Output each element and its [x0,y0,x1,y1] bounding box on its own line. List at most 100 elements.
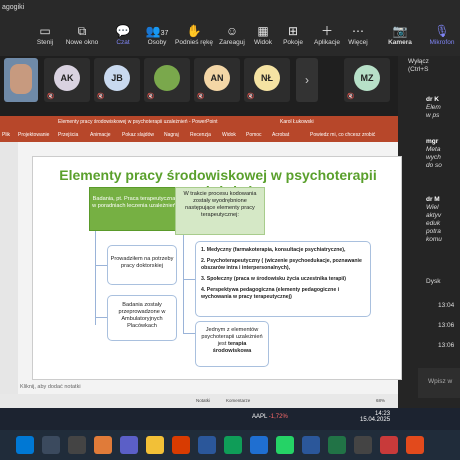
notes-pane[interactable]: Kliknij, aby dodać notatki [18,380,398,394]
avatar: AK [54,65,80,91]
mic-off-icon: 🔇 [247,94,255,100]
apps-button[interactable]: ＋ Aplikacje [310,23,344,53]
react-icon: ☺ [225,24,239,38]
mic-button[interactable]: 🎙 Mikrofon [424,23,460,53]
participant-tile[interactable]: AK 🔇 [44,58,90,102]
menu-design[interactable]: Projektowanie [18,132,49,138]
apps-icon: ＋ [320,24,333,38]
participant-video-tile[interactable] [4,58,38,102]
search-icon[interactable] [42,436,60,454]
ppt-title-bar: Elementy pracy środowiskowej w psychoter… [0,116,398,128]
explorer-icon[interactable] [146,436,164,454]
left-box-2: Badania zostały przeprowadzone w Ambulat… [107,295,177,341]
menu-record[interactable]: Nagraj [164,132,179,138]
mic-off-icon: 🔇 [97,94,105,100]
connector-line [95,231,96,325]
menu-file[interactable]: Plik [2,132,10,138]
slide-canvas[interactable]: Elementy pracy środowiskowej w psychoter… [32,156,402,380]
menu-slideshow[interactable]: Pokaz slajdów [122,132,154,138]
chat-input[interactable]: Wpisz w [418,368,460,398]
participant-tile[interactable]: 🔇 [144,58,190,102]
more-button[interactable]: ⋯ Więcej [344,23,372,53]
message-time: 13:04 [438,302,455,309]
slide-thumbnails[interactable] [0,142,18,396]
menu-acrobat[interactable]: Acrobat [272,132,289,138]
meeting-toolbar: ▭ Stenij ⧉ Nowe okno 💬 Czat 👥37 Osoby ✋ Podni… [0,20,460,56]
elements-list-box: 1. Medyczny (farmakoterapia, konsultacje… [195,241,371,317]
message-time: 13:06 [438,342,455,349]
react-button[interactable]: ☺ Zareaguj [214,23,250,53]
tell-me-search[interactable]: Powiedz mi, co chcesz zrobić [310,132,375,138]
connector-line [183,279,195,280]
mail-icon[interactable] [250,436,268,454]
zoom-level[interactable]: 68% [376,398,385,403]
firefox-icon[interactable] [406,436,424,454]
camera-button[interactable]: 📷 Kamera [386,23,414,53]
app-icon[interactable] [94,436,112,454]
connector-line [95,265,107,266]
teams-icon[interactable] [120,436,138,454]
raise-hand-button[interactable]: ✋ Podnieś rękę [174,23,214,53]
next-participants-button[interactable]: › [296,58,318,102]
powerpoint-icon[interactable] [172,436,190,454]
connector-line [95,317,107,318]
list-item: 3. Społeczny (praca w środowisku życia u… [201,276,347,282]
chrome-icon[interactable] [224,436,242,454]
more-icon: ⋯ [352,24,364,38]
connector-line [183,333,195,334]
view-button[interactable]: ▦ Widok [250,23,276,53]
mic-off-icon: 🔇 [197,94,205,100]
hand-icon: ✋ [186,24,202,38]
word-icon[interactable] [198,436,216,454]
chat-message: Dysk [426,278,441,285]
left-header-box: Badania, pt. Praca terapeutyczna w porad… [89,187,179,231]
participant-tile[interactable]: AN 🔇 [194,58,240,102]
mute-tooltip: Wyłącz (Ctrl+S [408,58,429,73]
stop-button[interactable]: ▭ Stenij [26,23,64,53]
mic-off-icon: 🔇 [47,94,55,100]
app-icon-2[interactable] [354,436,372,454]
participant-tile[interactable]: NŁ 🔇 [244,58,290,102]
list-item: 4. Perspektywa pedagogiczna (elementy pe… [201,287,340,300]
chat-message: dr K Elem w ps [426,96,441,119]
participant-tile[interactable]: MZ 🔇 [344,58,390,102]
ppt-window-title: Elementy pracy środowiskowej w psychoter… [58,119,218,125]
notes-button[interactable]: Notatki [196,398,210,403]
people-button[interactable]: 👥37 Osoby [140,23,174,53]
meeting-title: agogiki [2,4,25,11]
whatsapp-icon[interactable] [276,436,294,454]
avatar: JB [104,65,130,91]
new-window-button[interactable]: ⧉ Nowe okno [62,23,102,53]
participants-strip: AK 🔇 JB 🔇 🔇 AN 🔇 NŁ 🔇 › MZ 🔇 [0,56,398,104]
windows-start-icon[interactable] [16,436,34,454]
list-item: 1. Medyczny (farmakoterapia, konsultacje… [201,247,346,253]
word-icon-2[interactable] [302,436,320,454]
menu-view[interactable]: Widok [222,132,236,138]
menu-transitions[interactable]: Przejścia [58,132,78,138]
participant-tile[interactable]: JB 🔇 [94,58,140,102]
rooms-button[interactable]: ⊞ Pokoje [280,23,306,53]
window-icon: ⧉ [77,24,87,38]
avatar-image [154,65,180,91]
mic-icon: 🎙 [434,24,450,38]
mic-off-icon: 🔇 [347,94,355,100]
avatar: NŁ [254,65,280,91]
menu-animations[interactable]: Animacje [90,132,111,138]
menu-review[interactable]: Recenzja [190,132,211,138]
stock-widget[interactable]: AAPL -1,72% [252,414,288,420]
chat-icon: 💬 [115,24,131,38]
excel-icon[interactable] [328,436,346,454]
chat-message: dr M Wiel aktyv eduk potra komu [426,196,442,243]
ppt-status-bar: Notatki Komentarze 68% [0,394,398,408]
menu-help[interactable]: Pomoc [246,132,262,138]
avatar: AN [204,65,230,91]
people-icon: 👥37 [145,24,169,38]
task-view-icon[interactable] [68,436,86,454]
ppt-ribbon-tabs: Plik Projektowanie Przejścia Animacje Po… [0,128,398,142]
right-header-box: W trakcie procesu kodowania zostały wyod… [175,187,265,235]
camera-icon: 📷 [392,24,408,38]
clock[interactable]: 14:23 15.04.2025 [360,411,390,423]
chat-button[interactable]: 💬 Czat [106,23,140,53]
comments-button[interactable]: Komentarze [226,398,250,403]
app-icon-3[interactable] [380,436,398,454]
